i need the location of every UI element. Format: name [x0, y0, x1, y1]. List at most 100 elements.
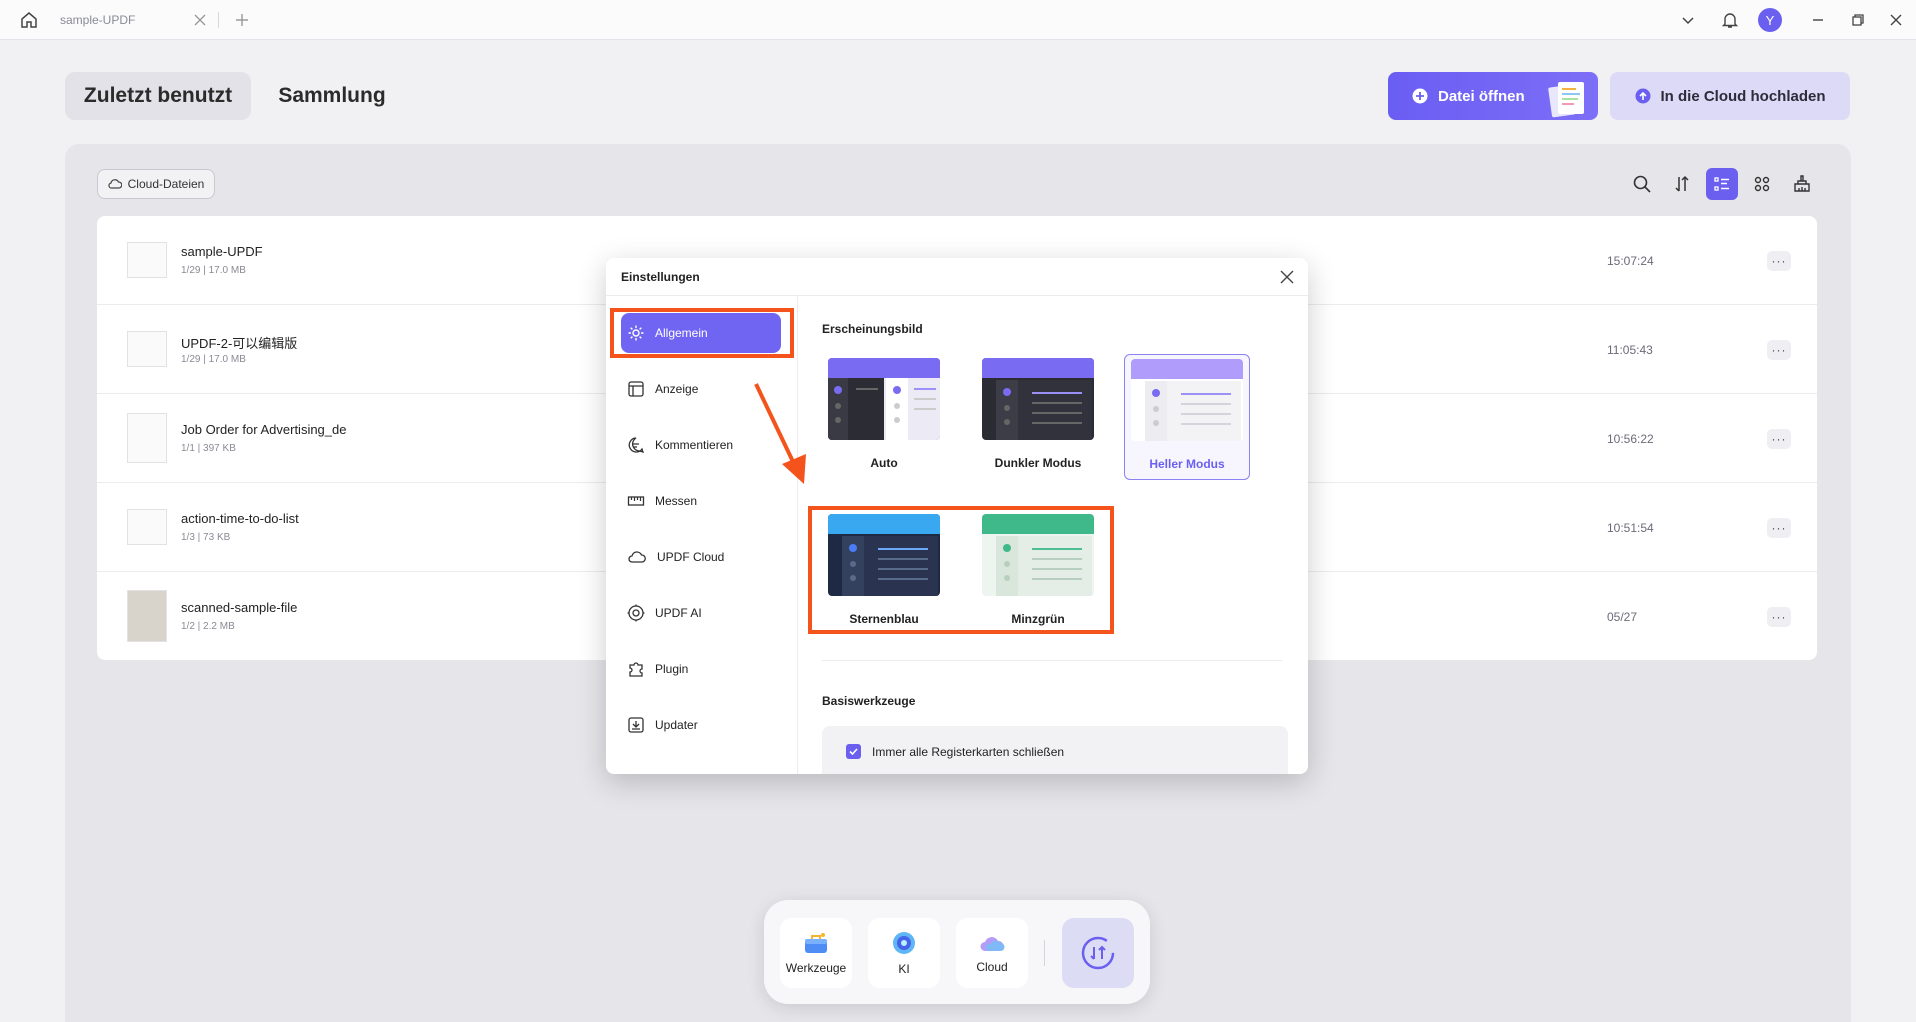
plus-circle-icon: [1412, 88, 1428, 104]
theme-option-mint-green[interactable]: Minzgrün: [976, 510, 1100, 630]
bell-icon: [1721, 13, 1739, 28]
dock-sync-button[interactable]: [1062, 918, 1134, 988]
section-divider: [822, 660, 1282, 661]
file-name: scanned-sample-file: [181, 600, 298, 615]
settings-nav-updf-cloud[interactable]: UPDF Cloud: [621, 537, 781, 577]
check-icon: [849, 748, 858, 756]
file-time: 10:56:22: [1607, 432, 1654, 446]
home-button[interactable]: [10, 6, 48, 34]
theme-preview-mint-green: [982, 514, 1094, 596]
search-button[interactable]: [1626, 168, 1658, 200]
notifications-button[interactable]: [1712, 0, 1748, 40]
tab-divider: [218, 12, 219, 28]
close-tab-icon[interactable]: [192, 12, 208, 28]
file-name: UPDF-2-可以编辑版: [181, 336, 298, 351]
settings-nav-updf-ai[interactable]: UPDF AI: [621, 593, 781, 633]
file-thumbnail: [127, 509, 167, 545]
close-icon[interactable]: [1278, 268, 1296, 286]
updater-icon: [628, 717, 644, 733]
grid-view-button[interactable]: [1746, 168, 1778, 200]
file-meta: 1/29 | 17.0 MB: [181, 265, 246, 276]
theme-option-dark[interactable]: Dunkler Modus: [976, 354, 1100, 474]
settings-nav-label: Updater: [655, 718, 698, 732]
upload-cloud-button[interactable]: In die Cloud hochladen: [1610, 72, 1850, 120]
cloud-files-label: Cloud-Dateien: [127, 177, 205, 191]
cloud-icon: [980, 937, 1005, 951]
theme-preview-starry-blue: [828, 514, 940, 596]
settings-nav-label: Allgemein: [655, 326, 708, 340]
more-options-button[interactable]: ···: [1767, 518, 1791, 538]
file-thumbnail: [127, 590, 167, 642]
file-name: action-time-to-do-list: [181, 511, 299, 526]
dock-ai-button[interactable]: KI: [868, 918, 940, 988]
restore-button[interactable]: [1840, 0, 1876, 40]
dock-cloud-button[interactable]: Cloud: [956, 918, 1028, 988]
file-meta: 1/3 | 73 KB: [181, 532, 231, 543]
close-tabs-checkbox[interactable]: [846, 744, 861, 759]
upload-circle-icon: [1635, 88, 1650, 104]
title-bar: sample-UPDF Y: [0, 0, 1916, 40]
more-options-button[interactable]: ···: [1767, 607, 1791, 627]
open-file-button[interactable]: Datei öffnen: [1388, 72, 1598, 120]
file-thumbnail: [127, 242, 167, 278]
sort-icon: [1675, 175, 1689, 192]
basic-tools-section-title: Basiswerkzeuge: [822, 694, 916, 708]
theme-label: Dunkler Modus: [994, 456, 1082, 470]
puzzle-icon: [629, 662, 643, 677]
settings-nav-label: UPDF Cloud: [657, 550, 725, 564]
dock-ai-label: KI: [898, 962, 910, 976]
settings-title: Einstellungen: [621, 270, 700, 284]
close-icon: [1890, 14, 1902, 26]
list-view-button[interactable]: [1706, 168, 1738, 200]
theme-preview-light: [1131, 359, 1243, 441]
open-file-label: Datei öffnen: [1438, 87, 1525, 105]
restore-icon: [1852, 14, 1864, 26]
document-tab[interactable]: sample-UPDF: [48, 4, 216, 36]
theme-label: Auto: [870, 456, 898, 470]
appearance-section-title: Erscheinungsbild: [822, 322, 923, 336]
file-name: Job Order for Advertising_de: [181, 422, 347, 437]
more-options-button[interactable]: ···: [1767, 429, 1791, 449]
settings-nav-plugin[interactable]: Plugin: [621, 649, 781, 689]
cloud-icon: [628, 551, 646, 563]
theme-preview-dark: [982, 358, 1094, 440]
file-time: 15:07:24: [1607, 254, 1654, 268]
settings-nav-general[interactable]: Allgemein: [621, 313, 781, 353]
clear-history-button[interactable]: [1786, 168, 1818, 200]
account-button[interactable]: Y: [1752, 0, 1788, 40]
tab-recent[interactable]: Zuletzt benutzt: [65, 72, 251, 120]
more-options-button[interactable]: ···: [1767, 251, 1791, 271]
chevron-down-icon: [1682, 17, 1694, 25]
gear-icon: [628, 325, 644, 341]
settings-nav-label: Kommentieren: [655, 438, 734, 452]
theme-option-starry-blue[interactable]: Sternenblau: [822, 510, 946, 630]
file-meta: 1/1 | 397 KB: [181, 443, 236, 454]
ai-icon: [627, 604, 645, 622]
settings-nav-label: Anzeige: [655, 382, 699, 396]
close-window-button[interactable]: [1878, 0, 1914, 40]
theme-label: Sternenblau: [849, 612, 919, 626]
dock-tools-button[interactable]: Werkzeuge: [780, 918, 852, 988]
grid-view-icon: [1754, 176, 1770, 192]
toolbox-icon: [805, 933, 827, 953]
minimize-button[interactable]: [1800, 0, 1836, 40]
broom-icon: [1794, 175, 1810, 192]
add-tab-icon[interactable]: [232, 10, 252, 30]
list-view-icon: [1714, 177, 1729, 191]
theme-label: Heller Modus: [1149, 457, 1225, 471]
theme-option-auto[interactable]: Auto: [822, 354, 946, 474]
settings-dialog: Einstellungen Allgemein Anzeige Kommenti…: [606, 258, 1308, 774]
dock-cloud-label: Cloud: [976, 960, 1008, 974]
documents-illustration-icon: [1548, 82, 1584, 118]
sort-button[interactable]: [1666, 168, 1698, 200]
tab-collection[interactable]: Sammlung: [262, 72, 402, 120]
settings-nav-label: UPDF AI: [655, 606, 702, 620]
theme-option-light[interactable]: Heller Modus: [1124, 354, 1250, 480]
cloud-files-filter[interactable]: Cloud-Dateien: [97, 169, 215, 199]
tab-list-button[interactable]: [1670, 0, 1706, 40]
tab-title: sample-UPDF: [60, 13, 136, 27]
more-options-button[interactable]: ···: [1767, 340, 1791, 360]
file-time: 11:05:43: [1607, 343, 1653, 357]
settings-nav-updater[interactable]: Updater: [621, 705, 781, 745]
ai-icon: [893, 932, 915, 954]
